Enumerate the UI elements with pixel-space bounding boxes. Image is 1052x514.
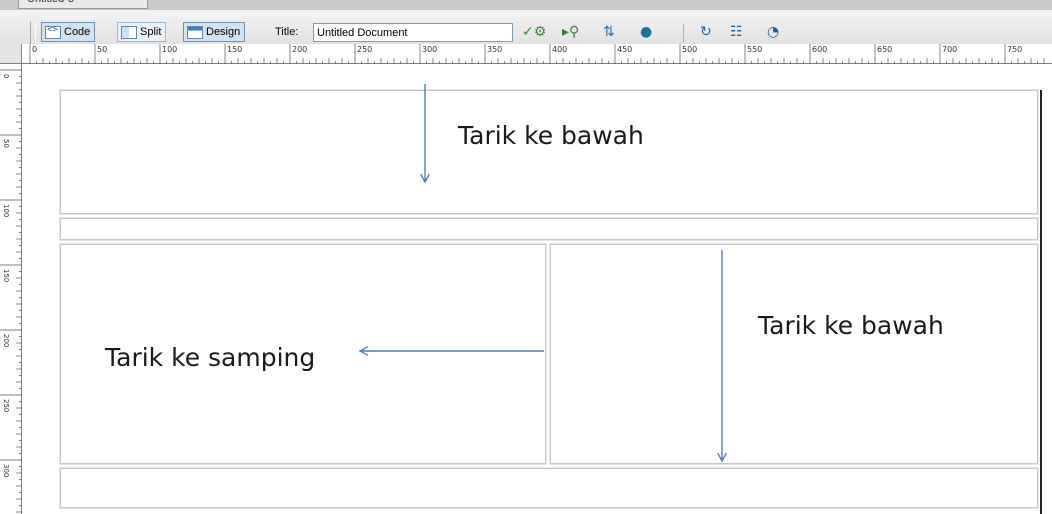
ruler-label: 500 <box>682 45 697 54</box>
ruler-label: 0 <box>2 74 10 78</box>
table-resize-edge[interactable] <box>1040 90 1042 514</box>
toolbar-grip[interactable] <box>30 22 36 44</box>
ruler-label: 600 <box>812 45 827 54</box>
preview-icon[interactable]: ▸⚲ <box>562 23 579 41</box>
design-view-icon <box>187 25 203 39</box>
document-tab-strip: Untitled-3 <box>0 0 1052 10</box>
split-view-button[interactable]: Split <box>117 22 167 42</box>
ruler-origin[interactable] <box>0 44 22 64</box>
ruler-label: 50 <box>2 139 10 148</box>
horizontal-ruler[interactable]: 0 50 100 150 200 250 300 350 400 450 500 550 600 650 7… <box>22 44 1052 64</box>
code-view-icon <box>45 25 61 39</box>
code-view-label: Code <box>64 26 91 38</box>
ruler-label: 300 <box>2 464 10 477</box>
table-cell-bottom[interactable] <box>59 467 1039 509</box>
ruler-label: 200 <box>2 334 10 347</box>
horizontal-ruler-ticks: 0 50 100 150 200 250 300 350 400 450 500 550 600 650 7… <box>29 44 1045 64</box>
ruler-label: 250 <box>357 45 372 54</box>
split-view-label: Split <box>140 26 162 38</box>
vertical-ruler[interactable]: 0 50 100 150 200 250 300 <box>0 64 22 514</box>
ruler-label: 650 <box>877 45 892 54</box>
table-cell-top[interactable] <box>59 89 1039 215</box>
top-caption: Tarik ke bawah <box>458 121 644 150</box>
vertical-ruler-ticks: 0 50 100 150 200 250 300 <box>0 69 22 513</box>
design-view-button[interactable]: Design <box>183 22 246 42</box>
file-management-icon[interactable]: ⇅ <box>603 23 615 41</box>
ruler-label: 550 <box>747 45 762 54</box>
browser-preview-icon[interactable]: ● <box>640 23 652 41</box>
ruler-label: 400 <box>552 45 567 54</box>
table-cell-spacer[interactable] <box>59 217 1039 241</box>
ruler-label: 50 <box>97 45 107 54</box>
ruler-label: 300 <box>422 45 437 54</box>
ruler-label: 100 <box>162 45 177 54</box>
design-view-label: Design <box>206 26 241 38</box>
validate-icon[interactable]: ✓⚙ <box>522 23 546 41</box>
toolbar-separator <box>683 24 684 42</box>
view-options-icon[interactable]: ☷ <box>730 23 743 41</box>
ruler-label: 700 <box>942 45 957 54</box>
title-input[interactable] <box>313 23 513 42</box>
ruler-label: 450 <box>617 45 632 54</box>
right-caption: Tarik ke bawah <box>758 311 944 340</box>
ruler-label: 250 <box>2 399 10 412</box>
document-toolbar: Code Split Design Title: ✓⚙ ▸⚲ ⇅ ● ↻ ☷ ◔ <box>0 10 1052 45</box>
left-caption: Tarik ke samping <box>105 343 316 372</box>
title-label: Title: <box>275 26 299 38</box>
ruler-label: 150 <box>227 45 242 54</box>
ruler-label: 350 <box>487 45 502 54</box>
table-cell-right[interactable] <box>549 243 1039 465</box>
ruler-label: 100 <box>2 204 10 217</box>
split-view-icon <box>121 25 137 39</box>
ruler-label: 150 <box>2 269 10 282</box>
ruler-label: 0 <box>32 45 37 54</box>
refresh-icon[interactable]: ↻ <box>700 23 712 41</box>
ruler-label: 200 <box>292 45 307 54</box>
visual-aids-icon[interactable]: ◔ <box>767 23 779 41</box>
document-tab[interactable]: Untitled-3 <box>18 0 148 9</box>
ruler-label: 750 <box>1007 45 1022 54</box>
code-view-button[interactable]: Code <box>41 22 96 42</box>
